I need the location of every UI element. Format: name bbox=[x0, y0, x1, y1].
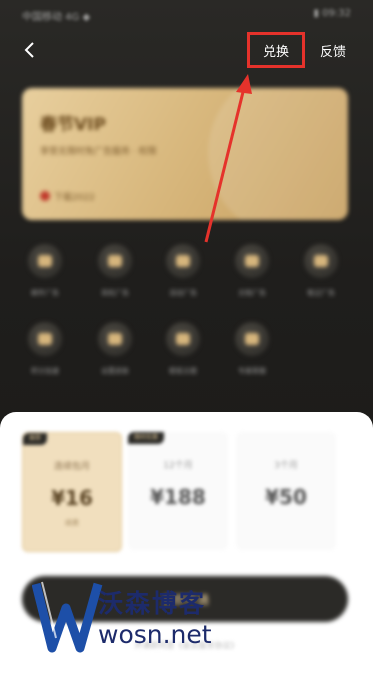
gift-icon bbox=[166, 244, 200, 278]
plan-name: 连续包月 bbox=[53, 462, 90, 472]
plan-badge: 推荐 bbox=[23, 433, 48, 445]
benefit-item[interactable]: 笔记广告 bbox=[296, 244, 346, 298]
plan-name: 3个月 bbox=[274, 461, 298, 471]
redeem-button[interactable]: 兑换 bbox=[247, 32, 305, 68]
watermark-brand: 沃森博客 bbox=[98, 589, 207, 618]
benefit-item[interactable]: 邮件广告 bbox=[20, 244, 70, 298]
plan-card[interactable]: 推荐 连续包月 ¥16 续费 bbox=[22, 432, 122, 552]
benefit-item[interactable]: 设置皮肤 bbox=[90, 322, 140, 376]
benefit-label: 文档广告 bbox=[238, 289, 266, 297]
benefit-label: 笔记广告 bbox=[307, 289, 335, 297]
benefit-item[interactable]: 文档广告 bbox=[227, 244, 277, 298]
vip-card-title: 春节VIP bbox=[40, 115, 106, 135]
benefit-label: 设置皮肤 bbox=[101, 367, 129, 375]
chevron-left-icon bbox=[24, 42, 34, 58]
vip-card-subtitle: 享受无限时免广告服务 · 权限 bbox=[40, 147, 157, 157]
plan-card[interactable]: 3个月 ¥50 bbox=[236, 432, 336, 550]
benefit-label: 邮件广告 bbox=[31, 289, 59, 297]
benefit-label: 活动广告 bbox=[169, 289, 197, 297]
tag-icon bbox=[40, 191, 50, 201]
plan-card[interactable]: 限时优惠 12个月 ¥188 bbox=[128, 432, 228, 550]
vip-card-tag: 下载2022 bbox=[40, 190, 95, 203]
note-icon bbox=[304, 244, 338, 278]
benefit-item[interactable]: 积分加速 bbox=[20, 322, 70, 376]
doc-icon bbox=[235, 244, 269, 278]
benefit-label: 耳机广告 bbox=[101, 289, 129, 297]
vip-card: 春节VIP 享受无限时免广告服务 · 权限 下载2022 bbox=[22, 88, 348, 220]
plan-name: 12个月 bbox=[163, 461, 193, 471]
back-button[interactable] bbox=[14, 35, 44, 65]
feedback-button[interactable]: 反馈 bbox=[320, 36, 346, 64]
watermark-url: wosn.net bbox=[98, 620, 212, 649]
benefit-label: 专属客服 bbox=[238, 367, 266, 375]
plan-list: 推荐 连续包月 ¥16 续费 限时优惠 12个月 ¥188 3个月 ¥50 bbox=[0, 432, 373, 552]
plan-note: 续费 bbox=[65, 519, 79, 527]
mail-icon bbox=[28, 244, 62, 278]
chat-icon bbox=[235, 322, 269, 356]
benefit-item[interactable]: 活动广告 bbox=[158, 244, 208, 298]
plan-price: ¥50 bbox=[265, 485, 307, 509]
vip-card-tag-text: 下载2022 bbox=[54, 193, 95, 203]
status-left: 中国移动 4G ◆ bbox=[22, 12, 91, 23]
plan-badge: 限时优惠 bbox=[128, 432, 165, 444]
star-icon bbox=[28, 322, 62, 356]
status-right: ▮ 09:32 bbox=[313, 8, 352, 19]
plan-price: ¥16 bbox=[51, 486, 93, 510]
benefit-item[interactable]: 壁纸主题 bbox=[158, 322, 208, 376]
image-icon bbox=[166, 322, 200, 356]
benefit-label: 壁纸主题 bbox=[169, 367, 197, 375]
plan-price: ¥188 bbox=[150, 485, 206, 509]
vip-page: 中国移动 4G ◆ ▮ 09:32 兑换 反馈 春节VIP 享受无限时免广告服务… bbox=[0, 0, 373, 689]
headphones-icon bbox=[98, 244, 132, 278]
benefit-item[interactable]: 耳机广告 bbox=[90, 244, 140, 298]
benefit-item[interactable]: 专属客服 bbox=[227, 322, 277, 376]
benefit-label: 积分加速 bbox=[31, 367, 59, 375]
status-bar: 中国移动 4G ◆ ▮ 09:32 bbox=[0, 0, 373, 26]
settings-icon bbox=[98, 322, 132, 356]
